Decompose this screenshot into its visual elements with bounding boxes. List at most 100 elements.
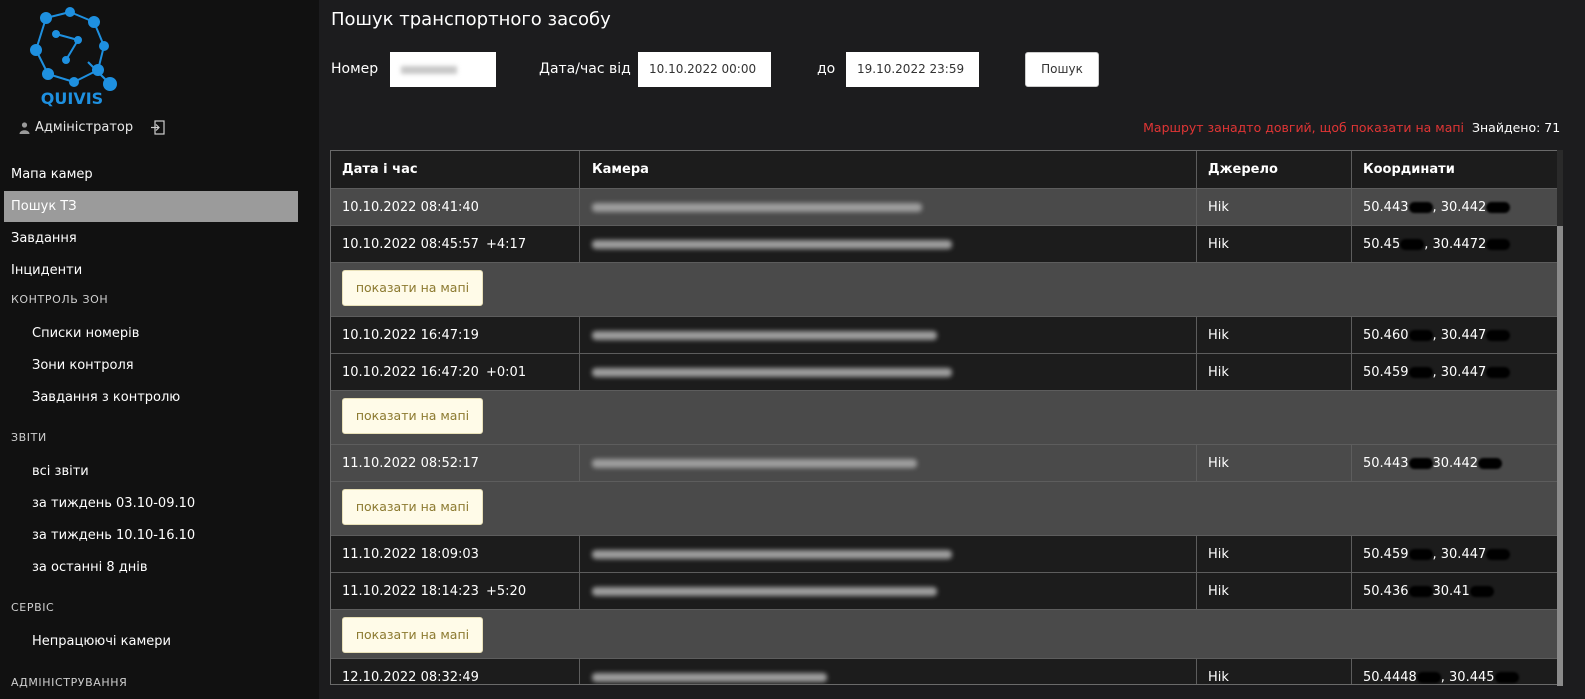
row-coords-lat: 50.436 <box>1363 583 1409 599</box>
nav-tasks[interactable]: Завдання <box>4 223 298 254</box>
row-source: Hik <box>1208 583 1229 599</box>
nav-section-administration: АДМІНІСТРУВАННЯ <box>11 676 128 689</box>
row-datetime: 12.10.2022 08:32:49 <box>342 669 479 685</box>
nav-camera-map[interactable]: Мапа камер <box>4 159 298 190</box>
table-row[interactable]: 10.10.2022 16:47:19 Hik 50.460 , 30.447 <box>331 316 1558 353</box>
nav-number-lists[interactable]: Списки номерів <box>32 326 139 341</box>
nav-report-week-2[interactable]: за тиждень 10.10-16.10 <box>32 528 195 543</box>
show-on-map-button[interactable]: показати на мапі <box>342 270 483 306</box>
nav-section-service: СЕРВІС <box>11 601 55 614</box>
row-source: Hik <box>1208 199 1229 215</box>
nav-incidents[interactable]: Інциденти <box>4 255 298 286</box>
row-coords-lng: , 30.442 <box>1432 199 1487 215</box>
user-icon <box>19 121 30 134</box>
nav-all-reports[interactable]: всі звіти <box>32 464 89 479</box>
number-label: Номер <box>331 61 379 77</box>
table-header: Дата і час Камера Джерело Координати <box>331 151 1558 188</box>
camera-name-redacted <box>592 330 937 340</box>
row-coords-lat: 50.459 <box>1363 546 1409 562</box>
nav-control-zones[interactable]: Зони контроля <box>32 358 134 373</box>
row-coords-lng: , 30.447 <box>1432 327 1487 343</box>
show-on-map-button[interactable]: показати на мапі <box>342 617 483 653</box>
row-coords-lat: 50.443 <box>1363 199 1409 215</box>
datetime-from-input[interactable]: 10.10.2022 00:00 <box>638 52 771 87</box>
table-row[interactable]: 11.10.2022 18:09:03 Hik 50.459 , 30.447 <box>331 535 1558 572</box>
search-button[interactable]: Пошук <box>1025 52 1099 87</box>
coords-redacted <box>1486 548 1511 560</box>
quivis-logo: QUIVIS <box>30 7 117 108</box>
map-button-row: показати на мапі <box>331 262 1558 316</box>
datetime-from-label: Дата/час від <box>539 61 631 77</box>
row-source: Hik <box>1208 455 1229 471</box>
row-datetime: 11.10.2022 18:09:03 <box>342 546 479 562</box>
coords-redacted <box>1469 585 1494 597</box>
row-coords-lat: 50.443 <box>1363 455 1409 471</box>
found-count: Знайдено: 71 <box>1472 120 1561 135</box>
nav-section-reports: ЗВІТИ <box>11 431 47 444</box>
camera-name-redacted <box>592 549 952 559</box>
table-row[interactable]: 11.10.2022 18:14:23 +5:20 Hik 50.436 30.4… <box>331 572 1558 609</box>
camera-name-redacted <box>592 458 917 468</box>
camera-name-redacted <box>592 239 952 249</box>
number-redacted <box>401 65 457 74</box>
show-on-map-button[interactable]: показати на мапі <box>342 489 483 525</box>
row-source: Hik <box>1208 327 1229 343</box>
row-source: Hik <box>1208 669 1229 685</box>
row-source: Hik <box>1208 236 1229 252</box>
coords-redacted <box>1486 366 1511 378</box>
sidebar: QUIVIS Адміністратор Мапа камер Пошук ТЗ… <box>0 0 319 699</box>
header-coordinates[interactable]: Координати <box>1351 151 1558 188</box>
coords-redacted <box>1478 457 1502 469</box>
route-warning: Маршрут занадто довгий, щоб показати на … <box>1143 120 1464 135</box>
header-camera[interactable]: Камера <box>579 151 1196 188</box>
header-datetime[interactable]: Дата і час <box>331 151 579 188</box>
coords-redacted <box>1408 548 1433 560</box>
page-title: Пошук транспортного засобу <box>331 9 611 30</box>
row-coords-lng: , 30.4472 <box>1424 236 1487 252</box>
row-datetime: 11.10.2022 18:14:23 <box>342 583 479 599</box>
row-datetime: 10.10.2022 08:41:40 <box>342 199 479 215</box>
user-name: Адміністратор <box>35 120 134 135</box>
table-row[interactable]: 10.10.2022 08:41:40 Hik 50.443 , 30.442 <box>331 188 1558 225</box>
row-coords-lat: 50.4448 <box>1363 669 1417 685</box>
table-row[interactable]: 10.10.2022 08:45:57 +4:17 Hik 50.45 , 30.4… <box>331 225 1558 262</box>
coords-redacted <box>1494 671 1519 683</box>
row-source: Hik <box>1208 364 1229 380</box>
camera-name-redacted <box>592 202 922 212</box>
scrollbar-thumb[interactable] <box>1557 226 1563 686</box>
coords-redacted <box>1408 585 1433 597</box>
row-datetime: 10.10.2022 16:47:19 <box>342 327 479 343</box>
nav-broken-cameras[interactable]: Непрацюючі камери <box>32 634 171 649</box>
map-button-row: показати на мапі <box>331 481 1558 535</box>
datetime-to-input[interactable]: 19.10.2022 23:59 <box>846 52 979 87</box>
nav-report-week-1[interactable]: за тиждень 03.10-09.10 <box>32 496 195 511</box>
coords-redacted <box>1408 329 1433 341</box>
coords-redacted <box>1486 329 1511 341</box>
camera-name-redacted <box>592 367 952 377</box>
number-input[interactable] <box>390 52 496 87</box>
map-button-row: показати на мапі <box>331 609 1558 658</box>
coords-redacted <box>1416 671 1441 683</box>
nav-report-last-8-days[interactable]: за останні 8 днів <box>32 560 148 575</box>
nav-vehicle-search[interactable]: Пошук ТЗ <box>4 191 298 222</box>
row-coords-lng: , 30.447 <box>1432 364 1487 380</box>
nav-section-zone-control: КОНТРОЛЬ ЗОН <box>11 293 109 306</box>
show-on-map-button[interactable]: показати на мапі <box>342 398 483 434</box>
row-time-delta: +4:17 <box>486 236 527 252</box>
logout-icon[interactable] <box>150 120 165 135</box>
table-row[interactable]: 12.10.2022 08:32:49 Hik 50.4448 , 30.445 <box>331 658 1558 685</box>
results-scrollbar[interactable] <box>1557 150 1563 686</box>
datetime-to-label: до <box>817 61 836 77</box>
nav-control-tasks[interactable]: Завдання з контролю <box>32 390 180 405</box>
row-time-delta: +0:01 <box>486 364 527 380</box>
coords-redacted <box>1408 366 1433 378</box>
row-coords-lat: 50.460 <box>1363 327 1409 343</box>
header-source[interactable]: Джерело <box>1196 151 1351 188</box>
table-row[interactable]: 11.10.2022 08:52:17 Hik 50.443 30.442 <box>331 444 1558 481</box>
row-coords-lat: 50.459 <box>1363 364 1409 380</box>
coords-redacted <box>1408 201 1433 213</box>
row-coords-lat: 50.45 <box>1363 236 1401 252</box>
row-source: Hik <box>1208 546 1229 562</box>
row-datetime: 11.10.2022 08:52:17 <box>342 455 479 471</box>
table-row[interactable]: 10.10.2022 16:47:20 +0:01 Hik 50.459 , 30.… <box>331 353 1558 390</box>
